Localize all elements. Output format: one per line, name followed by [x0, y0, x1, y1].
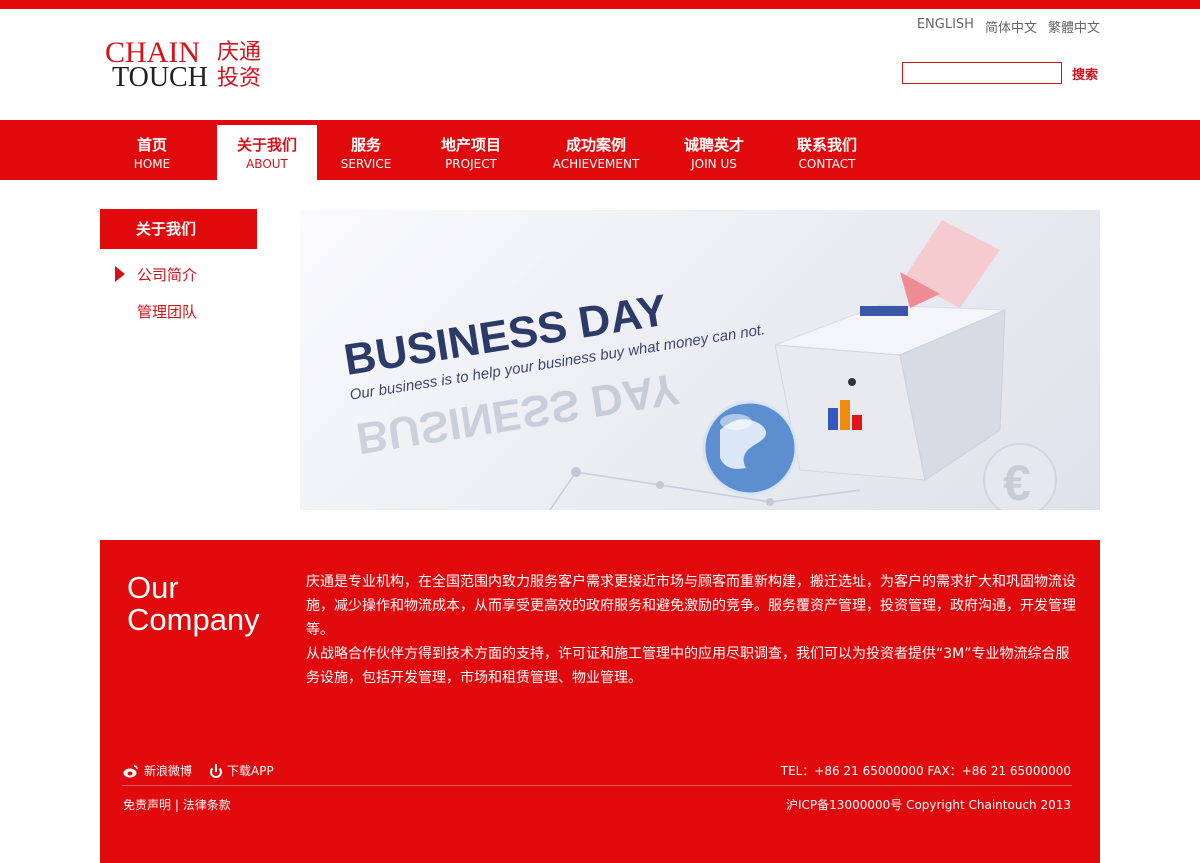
- search-button[interactable]: 搜索: [1072, 64, 1098, 83]
- nav-label-cn: 首页: [136, 136, 167, 154]
- sidebar-title: 关于我们: [100, 209, 257, 249]
- lang-english[interactable]: ENGLISH: [917, 17, 974, 36]
- euro-coin-icon: €: [983, 443, 1057, 510]
- description-paragraph: 庆通是专业机构，在全国范围内致力服务客户需求更接近市场与顾客而重新构建，搬迁选址…: [306, 574, 1076, 638]
- nav-label-en: SERVICE: [340, 157, 392, 171]
- company-section: Our Company 庆通是专业机构，在全国范围内致力服务客户需求更接近市场与…: [100, 540, 1100, 863]
- sidebar-item-profile[interactable]: 公司简介: [137, 264, 197, 285]
- nav-label-cn: 诚聘英才: [683, 136, 744, 154]
- language-switch: ENGLISH 简体中文 繁體中文: [917, 17, 1100, 36]
- contact-numbers: TEL：+86 21 65000000 FAX：+86 21 65000000: [780, 764, 1071, 778]
- logo-cn-line2: 投资: [217, 66, 262, 91]
- lang-traditional[interactable]: 繁體中文: [1048, 17, 1100, 36]
- main-nav: 首页 HOME 关于我们 ABOUT 服务 SERVICE 地产项目 PROJE…: [0, 120, 1200, 180]
- arrow-right-icon: [115, 266, 125, 282]
- nav-item-service[interactable]: 服务 SERVICE: [316, 120, 416, 180]
- app-label: 下载APP: [227, 764, 274, 778]
- section-title-line1: Our: [127, 570, 179, 605]
- download-app-link[interactable]: 下载APP: [210, 762, 274, 779]
- svg-text:€: €: [1003, 455, 1031, 510]
- footer-divider: [122, 785, 1072, 786]
- lang-simplified[interactable]: 简体中文: [985, 17, 1037, 36]
- logo[interactable]: CHAIN TOUCH 庆通 投资: [105, 38, 265, 93]
- nav-label-cn: 关于我们: [236, 136, 297, 154]
- nav-item-contact[interactable]: 联系我们 CONTACT: [777, 120, 877, 180]
- nav-label-cn: 联系我们: [796, 136, 857, 154]
- weibo-label: 新浪微博: [144, 764, 193, 778]
- top-stripe: [0, 0, 1200, 9]
- section-title-line2: Company: [127, 602, 260, 637]
- nav-item-joinus[interactable]: 诚聘英才 JOIN US: [664, 120, 764, 180]
- nav-label-cn: 地产项目: [440, 136, 501, 154]
- logo-text-touch: TOUCH: [112, 62, 208, 93]
- nav-label-en: HOME: [133, 157, 171, 171]
- hero-banner: BUSINESS DAY Our business is to help you…: [300, 210, 1100, 510]
- nav-item-achievement[interactable]: 成功案例 ACHIEVEMENT: [536, 120, 656, 180]
- search-input[interactable]: [902, 62, 1062, 84]
- nav-label-en: PROJECT: [445, 157, 497, 171]
- logo-cn-line1: 庆通: [217, 40, 262, 65]
- nav-item-home[interactable]: 首页 HOME: [102, 120, 202, 180]
- nav-label-cn: 成功案例: [565, 136, 626, 154]
- description-paragraph: 从战略合作伙伴方得到技术方面的支持，许可证和施工管理中的应用尽职调查，我们可以为…: [306, 646, 1070, 686]
- section-title: Our Company: [127, 572, 260, 636]
- weibo-link[interactable]: 新浪微博: [123, 762, 192, 779]
- nav-label-en: JOIN US: [691, 157, 737, 171]
- legal-separator: |: [171, 798, 183, 812]
- nav-label-en: ABOUT: [246, 157, 288, 171]
- ballot-box-icon: [774, 220, 1006, 481]
- legal-links: 免责声明 | 法律条款: [123, 796, 231, 813]
- nav-item-about[interactable]: 关于我们 ABOUT: [217, 125, 317, 180]
- company-description: 庆通是专业机构，在全国范围内致力服务客户需求更接近市场与顾客而重新构建，搬迁选址…: [306, 570, 1076, 690]
- copyright: 沪ICP备13000000号 Copyright Chaintouch 2013: [786, 798, 1071, 812]
- weibo-icon: [123, 764, 138, 777]
- nav-item-project[interactable]: 地产项目 PROJECT: [421, 120, 521, 180]
- nav-label-en: ACHIEVEMENT: [552, 157, 640, 171]
- globe-icon: [702, 400, 798, 496]
- disclaimer-link[interactable]: 免责声明: [123, 798, 171, 812]
- sidebar-item-team[interactable]: 管理团队: [137, 301, 197, 322]
- nav-label-en: CONTACT: [798, 157, 856, 171]
- nav-label-cn: 服务: [350, 136, 381, 154]
- terms-link[interactable]: 法律条款: [183, 798, 231, 812]
- banner-illustration: BUSINESS DAY Our business is to help you…: [341, 220, 1057, 510]
- app-download-icon: [210, 763, 222, 778]
- logo-text-cn: 庆通 投资: [217, 40, 263, 92]
